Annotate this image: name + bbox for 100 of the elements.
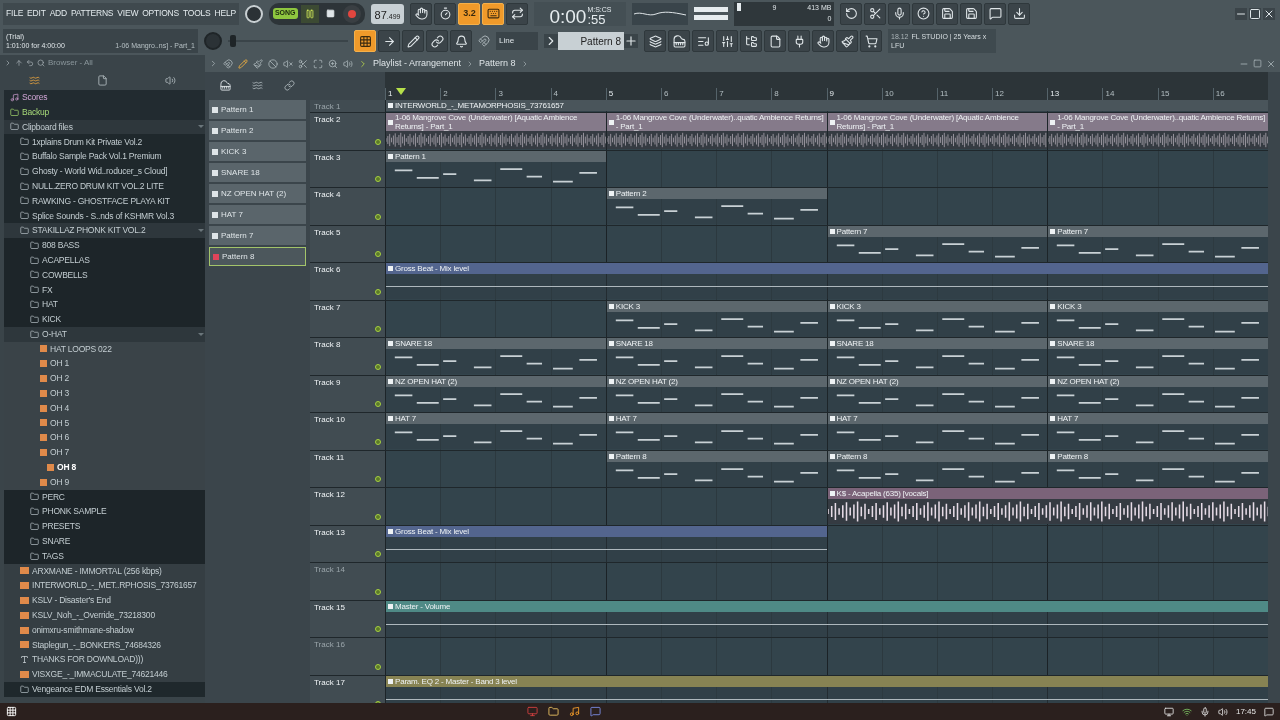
up-icon[interactable]	[15, 58, 23, 67]
pencil-button[interactable]	[402, 30, 424, 52]
track-header[interactable]: Track 13	[310, 525, 385, 562]
piano-roll-button[interactable]	[668, 30, 690, 52]
menu-item[interactable]: HELP	[214, 7, 236, 20]
track-header[interactable]: Track 5	[310, 225, 385, 262]
playlist-clip[interactable]: Pattern 7	[826, 225, 1048, 262]
track-header[interactable]: Track 2	[310, 113, 385, 150]
playlist-clip[interactable]: NZ OPEN HAT (2)	[605, 375, 827, 412]
volume-icon[interactable]	[1217, 706, 1228, 717]
delete-icon[interactable]	[268, 58, 278, 69]
timeline-ruler[interactable]: 1 2 3 4 5 6 7 8 9 10 11 12 13 14 15 16	[385, 72, 1268, 100]
playlist-clip[interactable]: HAT 7	[385, 413, 606, 449]
mute-icon[interactable]	[283, 58, 293, 69]
back-icon[interactable]	[26, 58, 34, 67]
browser-item[interactable]: HAT	[4, 297, 205, 312]
browser-item[interactable]: Staplegun_-_BONKERS_74684326	[4, 637, 205, 653]
playlist-clip[interactable]: NZ OPEN HAT (2)	[1047, 375, 1268, 412]
track-active-led[interactable]	[375, 213, 381, 220]
folder-icon[interactable]	[548, 706, 559, 717]
browser-item[interactable]: Scores	[4, 90, 205, 105]
browser-item[interactable]: Buffalo Sample Pack Vol.1 Premium	[4, 149, 205, 164]
track-active-led[interactable]	[375, 288, 381, 295]
playlist-clip[interactable]: Pattern 2	[605, 188, 827, 224]
loop-record-button[interactable]	[506, 2, 529, 25]
automation-icon[interactable]	[284, 79, 296, 91]
browser-item[interactable]: PRESETS	[4, 519, 205, 534]
touch-button[interactable]	[812, 30, 834, 52]
menu-item[interactable]: EDIT	[27, 7, 46, 20]
app-icon[interactable]	[527, 706, 538, 717]
track-header[interactable]: Track 12	[310, 488, 385, 525]
playlist-clip[interactable]: HAT 7	[605, 413, 827, 449]
playlist-clip[interactable]: K$ - Acapella (635) [vocals]	[826, 488, 1268, 524]
browser-item[interactable]: THANKS FOR DOWNLOAD)))	[4, 652, 205, 668]
snap-selector[interactable]: Line	[496, 32, 538, 50]
track-active-led[interactable]	[375, 326, 381, 332]
track-active-led[interactable]	[375, 363, 381, 370]
menu-item[interactable]: TOOLS	[183, 7, 211, 20]
playlist-clip[interactable]: KICK 3	[826, 300, 1048, 337]
track-header[interactable]: Track 3	[310, 150, 385, 187]
playlist-clip[interactable]: Pattern 8	[605, 450, 827, 487]
download-button[interactable]	[1008, 2, 1031, 25]
add-pattern-icon[interactable]	[624, 34, 638, 48]
track-active-led[interactable]	[375, 626, 381, 632]
playlist-clip[interactable]: 1-06 Mangrove Cove (Underwater)..quatic Ambience Returns] - Part_1	[605, 113, 827, 149]
menu-item[interactable]: VIEW	[117, 7, 139, 20]
track-active-led[interactable]	[375, 551, 381, 557]
playlist-clip[interactable]: Pattern 8	[826, 450, 1048, 487]
pattern-item[interactable]: Pattern 1	[209, 100, 306, 119]
pitch-knob[interactable]	[204, 32, 222, 50]
close-icon[interactable]	[1263, 7, 1275, 20]
browser-item[interactable]: STAKILLAZ PHONK KIT VOL.2	[4, 223, 205, 238]
playlist-clip[interactable]: SNARE 18	[605, 338, 827, 374]
track-header[interactable]: Track 11	[310, 450, 385, 487]
browser-item[interactable]: Splice Sounds - S..nds of KSHMR Vol.3	[4, 208, 205, 224]
track-header[interactable]: Track 14	[310, 563, 385, 600]
playlist-clip[interactable]: SNARE 18	[826, 338, 1048, 374]
track-header[interactable]: Track 9	[310, 375, 385, 412]
pattern-item[interactable]: HAT 7	[209, 205, 306, 224]
track-active-led[interactable]	[375, 438, 381, 445]
chat-icon[interactable]	[590, 706, 601, 717]
mixer-button[interactable]	[716, 30, 738, 52]
track-header[interactable]: Track 16	[310, 638, 385, 675]
track-header[interactable]: Track 6	[310, 263, 385, 300]
waveform-icon[interactable]	[28, 74, 40, 86]
browser-item[interactable]: FX	[4, 282, 205, 298]
maximize-icon[interactable]	[1253, 58, 1262, 68]
track-active-led[interactable]	[375, 138, 381, 145]
track-header[interactable]: Track 10	[310, 413, 385, 450]
playlist-clip[interactable]: INTERWORLD_-_METAMORPHOSIS_73761657	[385, 100, 1268, 112]
step-edit-button[interactable]	[378, 30, 400, 52]
pause-button[interactable]	[300, 4, 319, 23]
app-icon[interactable]	[569, 706, 580, 717]
link-button[interactable]	[426, 30, 448, 52]
pattern-item[interactable]: Pattern 8	[209, 247, 306, 266]
audio-icon[interactable]	[252, 79, 263, 91]
channel-rack-button[interactable]	[692, 30, 714, 52]
track-header[interactable]: Track 17	[310, 675, 385, 703]
countdown-button[interactable]: 3.2	[458, 2, 481, 25]
playback-icon[interactable]	[343, 58, 353, 69]
pattern-item[interactable]: Pattern 7	[209, 226, 306, 245]
track-header[interactable]: Track 1	[310, 100, 385, 112]
start-icon[interactable]	[6, 706, 17, 717]
notification-icon[interactable]	[1264, 706, 1274, 717]
search-icon[interactable]	[37, 58, 45, 67]
restore-icon[interactable]	[1249, 7, 1261, 20]
pattern-selector[interactable]: Pattern 8	[558, 32, 624, 50]
playlist-clip[interactable]: HAT 7	[826, 413, 1048, 449]
magnet-icon[interactable]	[478, 35, 490, 47]
menu-item[interactable]: OPTIONS	[142, 7, 179, 20]
clock[interactable]: 17:45	[1235, 705, 1256, 718]
track-active-led[interactable]	[375, 251, 381, 257]
playlist-clip[interactable]: 1-06 Mangrove Cove (Underwater) [Aquatic Ambience Returns] - Part_1	[826, 113, 1048, 149]
playlist-clip[interactable]: SNARE 18	[385, 338, 606, 374]
master-volume-knob[interactable]	[244, 4, 263, 23]
track-header[interactable]: Track 7	[310, 300, 385, 337]
pencil-icon[interactable]	[238, 58, 248, 69]
playlist-clip[interactable]: Pattern 8	[1047, 450, 1268, 487]
piano-icon[interactable]	[219, 79, 231, 91]
cut-button[interactable]	[864, 2, 887, 25]
